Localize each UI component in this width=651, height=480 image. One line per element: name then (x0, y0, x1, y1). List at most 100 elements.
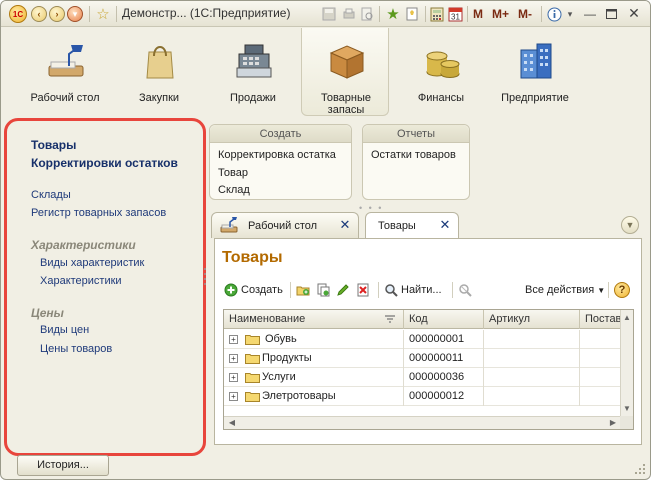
expand-icon[interactable]: + (229, 373, 238, 382)
info-dropdown-icon[interactable]: ▾ (565, 5, 575, 23)
calendar-icon[interactable]: 31 (447, 5, 463, 23)
app-logo-icon[interactable]: 1С (9, 5, 27, 23)
resize-grip-icon[interactable] (634, 463, 646, 475)
menu-dropdown-icon[interactable]: ▾ (67, 5, 83, 23)
table-header: Наименование Код Артикул Постав (224, 310, 621, 329)
close-icon[interactable]: ✕ (338, 218, 352, 232)
scrollbar-corner (620, 416, 633, 429)
memory-m-label: M (473, 7, 483, 21)
row-name: Элетротовары (262, 390, 336, 402)
title-bar: 1С ‹ › ▾ ☆ Демонстр... (1С:Предприятие) … (1, 1, 650, 27)
section-sales[interactable]: Продажи (209, 28, 297, 116)
all-actions-button[interactable]: Все действия ▼ (525, 281, 605, 299)
app-window: 1С ‹ › ▾ ☆ Демонстр... (1С:Предприятие) … (0, 0, 651, 480)
maximize-button[interactable] (602, 5, 620, 22)
memory-minus-label: M- (518, 7, 532, 21)
save-icon[interactable] (321, 5, 337, 23)
help-button[interactable]: ? (614, 281, 630, 299)
create-warehouse[interactable]: Склад (218, 184, 250, 196)
section-inventory[interactable]: Товарные запасы (301, 28, 389, 116)
copy-button[interactable] (316, 281, 333, 299)
create-button[interactable]: Создать (224, 281, 283, 299)
cell-article (484, 387, 580, 406)
section-label: Предприятие (501, 92, 569, 104)
create-stock-adjustment[interactable]: Корректировка остатка (218, 149, 336, 161)
history-button[interactable]: История... (17, 455, 109, 476)
form-title: Товары (222, 249, 283, 266)
section-label: Продажи (230, 92, 276, 104)
edit-button[interactable] (336, 281, 353, 299)
report-stock-balance[interactable]: Остатки товаров (371, 149, 456, 161)
add-favorite-star-icon[interactable]: ★ (384, 5, 402, 23)
section-enterprise[interactable]: Предприятие (491, 28, 579, 116)
create-folder-button[interactable] (296, 281, 313, 299)
memory-plus-label: M+ (492, 7, 510, 21)
vertical-scrollbar[interactable]: ▲ ▼ (620, 310, 633, 417)
cell-code: 000000012 (404, 387, 484, 406)
column-header-code[interactable]: Код (404, 310, 484, 329)
reports-panel-title: Отчеты (363, 125, 469, 143)
cell-name: + Элетротовары (224, 387, 404, 406)
favorite-star-icon[interactable]: ☆ (94, 5, 112, 23)
scroll-left-icon[interactable]: ◀ (226, 417, 238, 429)
section-purchases[interactable]: Закупки (115, 28, 203, 116)
preview-icon[interactable] (359, 5, 375, 23)
scroll-up-icon[interactable]: ▲ (621, 312, 633, 324)
splitter-grip-icon[interactable] (202, 263, 208, 293)
close-icon[interactable]: ✕ (438, 218, 452, 232)
create-goods-item[interactable]: Товар (218, 167, 248, 179)
section-label: Товарные запасы (320, 92, 372, 116)
table-row[interactable]: + Обувь 000000001 (224, 330, 621, 349)
expand-icon[interactable]: + (229, 354, 238, 363)
memory-minus-button[interactable]: M- (518, 5, 532, 23)
close-window-button[interactable]: ✕ (625, 5, 643, 22)
find-button-label: Найти... (401, 284, 442, 296)
tabs-menu-chevron-icon[interactable]: ▼ (621, 216, 639, 234)
column-header-article[interactable]: Артикул (484, 310, 580, 329)
delete-icon (357, 283, 369, 297)
find-button[interactable]: Найти... (384, 281, 442, 299)
column-header-supplier[interactable]: Постав (580, 310, 621, 329)
cell-code: 000000011 (404, 349, 484, 368)
delete-button[interactable] (356, 281, 373, 299)
table-row[interactable]: + Элетротовары 000000012 (224, 387, 621, 406)
print-icon[interactable] (341, 5, 357, 23)
all-actions-label: Все действия (525, 284, 595, 296)
horizontal-scrollbar[interactable]: ◀ ▶ (224, 416, 621, 429)
scroll-down-icon[interactable]: ▼ (621, 403, 633, 415)
goods-table: Наименование Код Артикул Постав + Обувь … (223, 309, 634, 430)
create-panel: Создать Корректировка остатка Товар Скла… (209, 124, 352, 200)
tab-desktop[interactable]: Рабочий стол ✕ (211, 212, 359, 238)
row-name: Обувь (265, 333, 297, 345)
expand-icon[interactable]: + (229, 392, 238, 401)
section-desktop[interactable]: Рабочий стол (21, 28, 109, 116)
folder-icon (245, 335, 260, 345)
table-row[interactable]: + Продукты 000000011 (224, 349, 621, 368)
reports-panel: Отчеты Остатки товаров (362, 124, 470, 200)
folder-icon (245, 354, 260, 364)
bookmark-icon[interactable] (404, 5, 420, 23)
expand-icon[interactable]: + (229, 335, 238, 344)
memory-m-button[interactable]: M (473, 5, 483, 23)
minimize-button[interactable]: — (581, 5, 599, 22)
calculator-icon[interactable] (429, 5, 445, 23)
table-row[interactable]: + Услуги 000000036 (224, 368, 621, 387)
column-header-name[interactable]: Наименование (224, 310, 404, 329)
cell-name: + Услуги (224, 368, 404, 387)
create-button-label: Создать (241, 284, 283, 296)
tab-label: Товары (378, 220, 416, 232)
memory-plus-button[interactable]: M+ (492, 5, 509, 23)
cell-supplier (580, 330, 621, 349)
cell-article (484, 349, 580, 368)
cancel-search-button[interactable] (458, 281, 475, 299)
scroll-right-icon[interactable]: ▶ (607, 417, 619, 429)
forward-icon[interactable]: › (49, 5, 65, 23)
back-icon[interactable]: ‹ (31, 5, 47, 23)
section-finance[interactable]: Финансы (397, 28, 485, 116)
info-icon[interactable] (546, 5, 562, 23)
cell-supplier (580, 349, 621, 368)
sections-panel: Рабочий стол Закупки Продажи Товарные за… (1, 28, 650, 118)
tab-goods[interactable]: Товары ✕ (365, 212, 459, 240)
tab-label: Рабочий стол (248, 220, 318, 232)
cell-supplier (580, 368, 621, 387)
